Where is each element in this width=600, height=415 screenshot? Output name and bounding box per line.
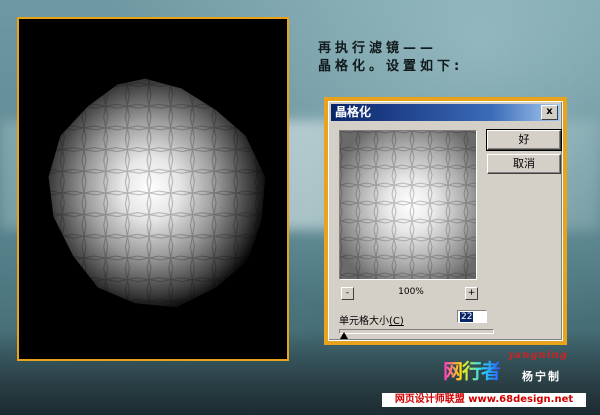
cell-size-label: 单元格大小(C) [339, 312, 404, 327]
dialog-titlebar[interactable]: 晶格化 x [331, 104, 560, 121]
cell-size-slider-thumb[interactable] [339, 332, 348, 339]
site-logo: 网行者 [443, 355, 501, 384]
cancel-button[interactable]: 取消 [487, 154, 561, 174]
close-button[interactable]: x [541, 105, 558, 120]
caption-line-1: 再执行滤镜—— [318, 41, 438, 56]
filter-preview[interactable] [339, 130, 477, 280]
cell-size-value: 22 [460, 312, 474, 322]
cell-size-slider-track[interactable] [339, 329, 494, 334]
preview-image [340, 131, 476, 279]
instruction-caption: 再执行滤镜—— 晶格化。设置如下: [318, 40, 463, 76]
author-signature-cn: 杨宁制 [522, 370, 561, 383]
zoom-in-button[interactable]: + [465, 287, 478, 300]
crystallize-result-image [48, 78, 266, 308]
dialog-title: 晶格化 [335, 105, 372, 119]
zoom-level: 100% [398, 287, 424, 297]
cell-size-input[interactable]: 22 [457, 310, 487, 323]
author-signature-en: yangning [508, 350, 568, 361]
crystallize-dialog: 晶格化 x 好 取消 - 100% + 单元格大小(C) 22 [328, 101, 563, 341]
site-footer-banner[interactable]: 网页设计师联盟 www.68design.net [382, 393, 586, 407]
ok-button[interactable]: 好 [486, 129, 562, 151]
document-canvas [17, 17, 289, 361]
zoom-out-button[interactable]: - [341, 287, 354, 300]
cell-size-hotkey: (C) [389, 316, 404, 327]
crystallize-dialog-frame: 晶格化 x 好 取消 - 100% + 单元格大小(C) 22 [324, 97, 567, 345]
cell-size-label-text: 单元格大小 [339, 316, 389, 327]
caption-line-2: 晶格化。设置如下: [318, 59, 464, 74]
